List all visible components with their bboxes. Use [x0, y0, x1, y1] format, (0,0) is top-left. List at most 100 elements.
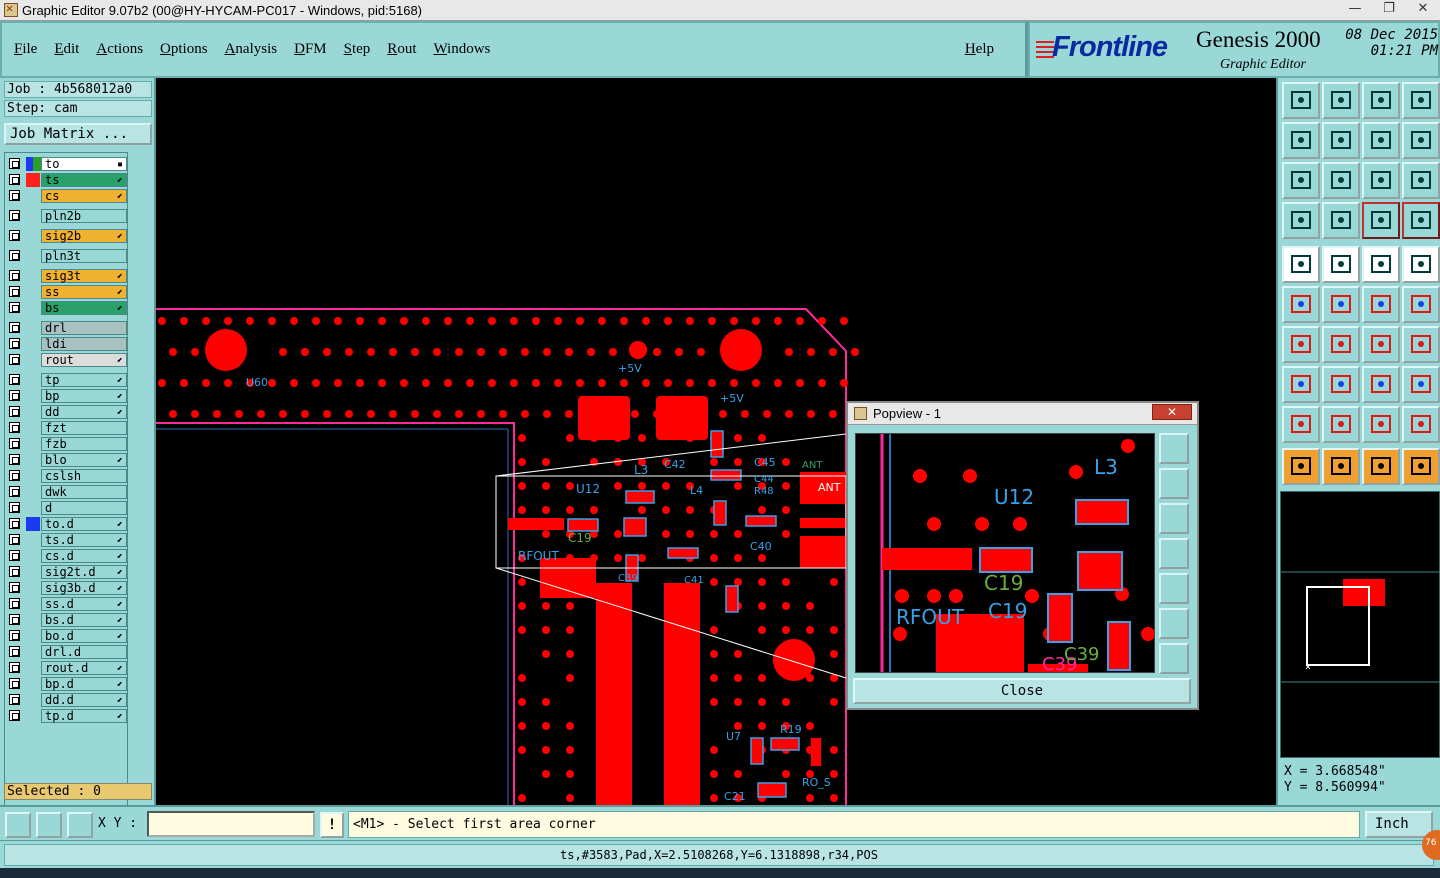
layer-row-pln3t[interactable]: pln3t — [7, 249, 127, 263]
layer-row-ss-d[interactable]: ss.d ⬋ — [7, 597, 127, 611]
select-icon[interactable] — [1282, 448, 1320, 485]
restore-button[interactable]: ❐ — [1372, 0, 1406, 20]
menu-rout[interactable]: Rout — [387, 41, 416, 58]
zoom-in-icon[interactable] — [1282, 162, 1320, 199]
layer-row-drl-d[interactable]: drl.d — [7, 645, 127, 659]
popview-viewport[interactable]: U12 L3 C19 RFOUT C19 C39 C39 — [855, 433, 1155, 673]
layer-row-rout-d[interactable]: rout.d ⬋ — [7, 661, 127, 675]
layer-checkbox[interactable] — [9, 502, 20, 513]
layer-name[interactable]: fzb — [41, 437, 127, 451]
layer-name[interactable]: pln3t — [41, 249, 127, 263]
popview-pan-left-button[interactable] — [1159, 538, 1189, 569]
layer-row-ldi[interactable]: ldi — [7, 337, 127, 351]
home-icon[interactable] — [1362, 82, 1400, 119]
menu-options[interactable]: Options — [160, 41, 208, 58]
layer-name[interactable]: rout ⬋ — [41, 353, 127, 367]
layer-checkbox[interactable] — [9, 270, 20, 281]
menu-help[interactable]: Help — [965, 41, 994, 58]
line-add-icon[interactable] — [1362, 286, 1400, 323]
popview-zoom-home-button[interactable] — [1159, 643, 1189, 674]
popview-zoom-fit-button[interactable] — [1159, 608, 1189, 639]
popview-pan-right-button[interactable] — [1159, 573, 1189, 604]
layer-name[interactable]: to ▪ — [41, 157, 127, 171]
layer-name[interactable]: cs ⬋ — [41, 189, 127, 203]
measure-icon[interactable] — [1362, 366, 1400, 403]
layer-checkbox[interactable] — [9, 250, 20, 261]
pad-tool-icon[interactable] — [1282, 246, 1320, 283]
minimize-button[interactable]: — — [1338, 0, 1372, 20]
layer-color-swatch[interactable] — [26, 517, 40, 531]
layer-checkbox[interactable] — [9, 646, 20, 657]
layer-name[interactable]: sig2t.d ⬋ — [41, 565, 127, 579]
layer-checkbox[interactable] — [9, 210, 20, 221]
layer-row-to-d[interactable]: to.d ⬋ — [7, 517, 127, 531]
ratio-icon[interactable] — [1362, 162, 1400, 199]
layer-checkbox[interactable] — [9, 582, 20, 593]
layer-row-d[interactable]: d — [7, 501, 127, 515]
layer-name[interactable]: tp ⬋ — [41, 373, 127, 387]
menu-analysis[interactable]: Analysis — [225, 41, 278, 58]
help-icon[interactable] — [1402, 162, 1440, 199]
layer-checkbox[interactable] — [9, 534, 20, 545]
layer-row-ts-d[interactable]: ts.d ⬋ — [7, 533, 127, 547]
layer-name[interactable]: bs ⬋ — [41, 301, 127, 315]
layer-row-bo-d[interactable]: bo.d ⬋ — [7, 629, 127, 643]
layer-row-drl[interactable]: drl — [7, 321, 127, 335]
layer-row-fzb[interactable]: fzb — [7, 437, 127, 451]
menu-windows[interactable]: Windows — [433, 41, 490, 58]
layer-row-to[interactable]: to ▪ — [7, 157, 127, 171]
layer-row-dd-d[interactable]: dd.d ⬋ — [7, 693, 127, 707]
popview-close-button[interactable]: Close — [853, 678, 1191, 704]
pan-right-icon[interactable] — [1322, 122, 1360, 159]
layer-row-cslsh[interactable]: cslsh — [7, 469, 127, 483]
menu-dfm[interactable]: DFM — [294, 41, 327, 58]
select-net-icon[interactable] — [1362, 448, 1400, 485]
layer-name[interactable]: bo.d ⬋ — [41, 629, 127, 643]
layer-color-swatch[interactable] — [26, 173, 40, 187]
layer-name[interactable]: sig2b ⬋ — [41, 229, 127, 243]
close-window-button[interactable]: ✕ — [1406, 0, 1440, 20]
layer-name[interactable]: d — [41, 501, 127, 515]
menu-step[interactable]: Step — [344, 41, 371, 58]
menu-file[interactable]: File — [14, 41, 37, 58]
area-c-icon[interactable] — [1362, 406, 1400, 443]
layer-name[interactable]: fzt — [41, 421, 127, 435]
layer-checkbox[interactable] — [9, 678, 20, 689]
angle-icon[interactable] — [1282, 326, 1320, 363]
layer-name[interactable]: dd.d ⬋ — [41, 693, 127, 707]
layer-checkbox[interactable] — [9, 454, 20, 465]
layer-checkbox[interactable] — [9, 694, 20, 705]
layer-row-sig3b-d[interactable]: sig3b.d ⬋ — [7, 581, 127, 595]
layer-checkbox[interactable] — [9, 354, 20, 365]
layer-row-dwk[interactable]: dwk — [7, 485, 127, 499]
layer-name[interactable]: drl.d — [41, 645, 127, 659]
open-window-icon[interactable] — [1322, 82, 1360, 119]
area-b-icon[interactable] — [1322, 406, 1360, 443]
select-path-icon[interactable] — [1402, 448, 1440, 485]
layer-checkbox[interactable] — [9, 302, 20, 313]
layer-b-icon[interactable] — [1402, 202, 1440, 239]
layout-icon[interactable] — [1402, 82, 1440, 119]
select-box-icon[interactable] — [1322, 448, 1360, 485]
mirror-icon[interactable] — [1402, 326, 1440, 363]
layer-row-fzt[interactable]: fzt — [7, 421, 127, 435]
layer-checkbox[interactable] — [9, 406, 20, 417]
layer-checkbox[interactable] — [9, 710, 20, 721]
layer-checkbox[interactable] — [9, 174, 20, 185]
layer-name[interactable]: ss ⬋ — [41, 285, 127, 299]
layer-a-icon[interactable] — [1362, 202, 1400, 239]
layer-color-swatch[interactable] — [33, 157, 41, 171]
area-a-icon[interactable] — [1282, 406, 1320, 443]
round-icon[interactable] — [1402, 246, 1440, 283]
layer-checkbox[interactable] — [9, 422, 20, 433]
layer-checkbox[interactable] — [9, 158, 20, 169]
area-d-icon[interactable] — [1402, 406, 1440, 443]
xy-input[interactable] — [147, 811, 315, 837]
layer-row-pln2b[interactable]: pln2b — [7, 209, 127, 223]
popview-pan-down-button[interactable] — [1159, 503, 1189, 534]
layer-name[interactable]: bp ⬋ — [41, 389, 127, 403]
layer-checkbox[interactable] — [9, 470, 20, 481]
layer-checkbox[interactable] — [9, 390, 20, 401]
layer-name[interactable]: dwk — [41, 485, 127, 499]
split-icon[interactable] — [1322, 366, 1360, 403]
